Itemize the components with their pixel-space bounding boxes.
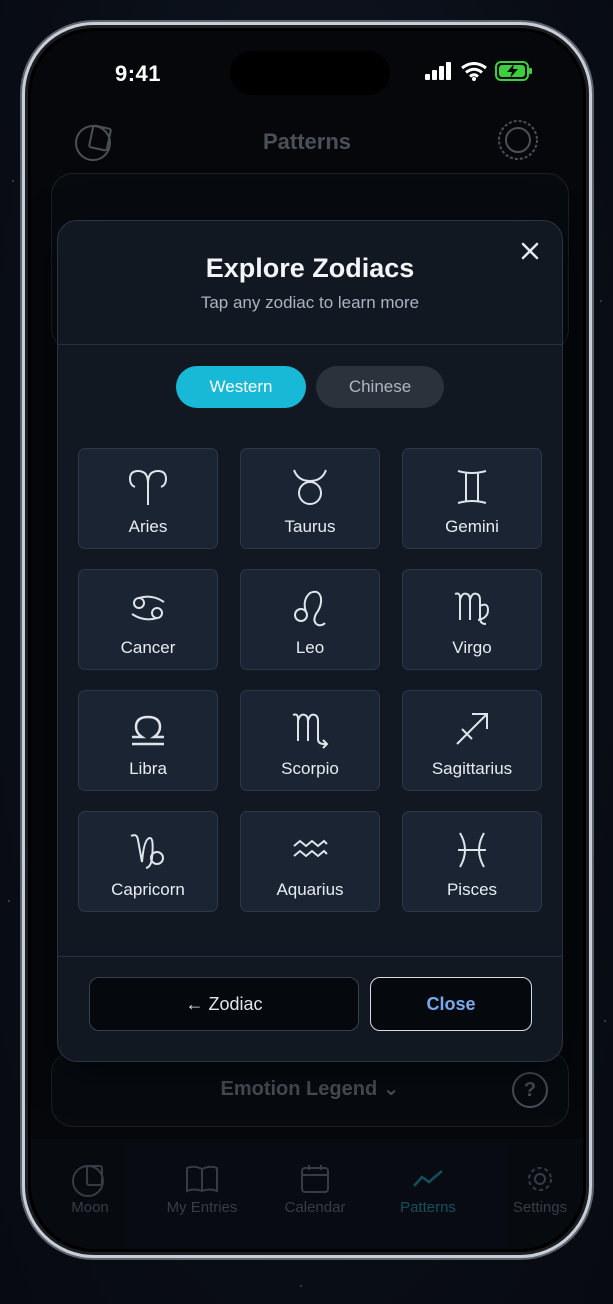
zodiac-tile-pisces[interactable]: Pisces [402,811,542,912]
zodiac-label: Leo [295,638,325,657]
zodiac-tile-aries[interactable]: Aries [78,448,218,549]
moon-journal-icon [35,1159,145,1199]
zodiac-label: Cancer [120,638,176,657]
zodiac-label: Virgo [452,638,492,657]
app-screen: Patterns Emotion Legend ⌄ ? Moon My Entr… [31,31,583,1249]
zodiac-tile-virgo[interactable]: Virgo [402,569,542,670]
zodiac-label: Scorpio [281,759,339,778]
close-button[interactable]: Close [370,977,532,1031]
tab-patterns[interactable]: Patterns [373,1159,483,1216]
zodiac-label: Capricorn [111,880,185,899]
gear-icon [485,1159,583,1199]
zodiac-tile-sagittarius[interactable]: Sagittarius [402,690,542,791]
libra-icon [132,715,164,746]
scorpio-icon [292,713,329,749]
tab-western[interactable]: Western [176,366,306,408]
virgo-icon [454,592,490,625]
book-icon [147,1159,257,1199]
tab-label: Moon [71,1199,109,1216]
zodiac-label: Pisces [446,880,498,899]
tab-label: My Entries [166,1199,238,1216]
close-icon[interactable] [518,239,542,263]
cancer-icon [131,595,165,621]
phone-frame: Patterns Emotion Legend ⌄ ? Moon My Entr… [22,22,592,1258]
tab-my-entries[interactable]: My Entries [147,1159,257,1216]
zodiac-tile-scorpio[interactable]: Scorpio [240,690,380,791]
tab-settings[interactable]: Settings [485,1159,583,1216]
aries-icon [128,469,168,505]
zodiac-label: Taurus [284,517,336,536]
status-time: 9:41 [115,61,162,86]
leo-icon [294,590,326,627]
tab-moon[interactable]: Moon [35,1159,145,1216]
emotion-legend-label: Emotion Legend ⌄ [220,1078,400,1100]
zodiac-label: Aries [128,517,168,536]
status-icons [425,61,533,81]
modal-footer: ← Zodiac Close [58,956,562,1063]
calendar-icon [260,1159,370,1199]
bottom-tab-bar: Moon My Entries Calendar Patterns Settin… [31,1139,583,1249]
profile-avatar-icon [497,119,539,166]
zodiac-tile-cancer[interactable]: Cancer [78,569,218,670]
zodiac-label: Libra [129,759,167,778]
zodiac-label: Gemini [445,517,499,536]
tab-chinese[interactable]: Chinese [316,366,444,408]
tab-label: Settings [512,1199,568,1216]
battery-charging-icon [495,61,532,81]
tab-label: Patterns [400,1199,456,1216]
modal-header: Explore Zodiacs Tap any zodiac to learn … [58,221,562,345]
explore-zodiacs-modal: Explore Zodiacs Tap any zodiac to learn … [57,220,563,1062]
tab-calendar[interactable]: Calendar [260,1159,370,1216]
tab-label: Calendar [284,1199,346,1216]
zodiac-tile-libra[interactable]: Libra [78,690,218,791]
back-to-zodiac-button[interactable]: ← Zodiac [89,977,359,1031]
zodiac-type-toggle: Western Chinese [58,366,562,408]
wifi-icon [461,61,487,81]
signal-icon [425,62,451,80]
aquarius-icon [293,839,328,858]
modal-subtitle: Tap any zodiac to learn more [200,293,420,312]
zodiac-tile-leo[interactable]: Leo [240,569,380,670]
zodiac-tile-taurus[interactable]: Taurus [240,448,380,549]
modal-title: Explore Zodiacs [205,253,415,283]
pisces-icon [458,832,486,868]
taurus-icon [293,469,327,505]
backdrop: Patterns Emotion Legend ⌄ ? Moon My Entr… [0,0,613,1304]
sagittarius-icon [456,713,488,745]
capricorn-icon [130,834,164,869]
dynamic-island [230,51,390,95]
zodiac-tile-gemini[interactable]: Gemini [402,448,542,549]
zodiac-tile-capricorn[interactable]: Capricorn [78,811,218,912]
help-button[interactable]: ? [512,1072,548,1108]
zodiac-tile-aquarius[interactable]: Aquarius [240,811,380,912]
zodiac-label: Aquarius [276,880,344,899]
zodiac-grid: Aries Taurus Gemini Cancer Leo Virgo Lib… [78,448,542,912]
gemini-icon [457,470,487,504]
trend-icon [373,1159,483,1199]
zodiac-label: Sagittarius [431,759,513,778]
